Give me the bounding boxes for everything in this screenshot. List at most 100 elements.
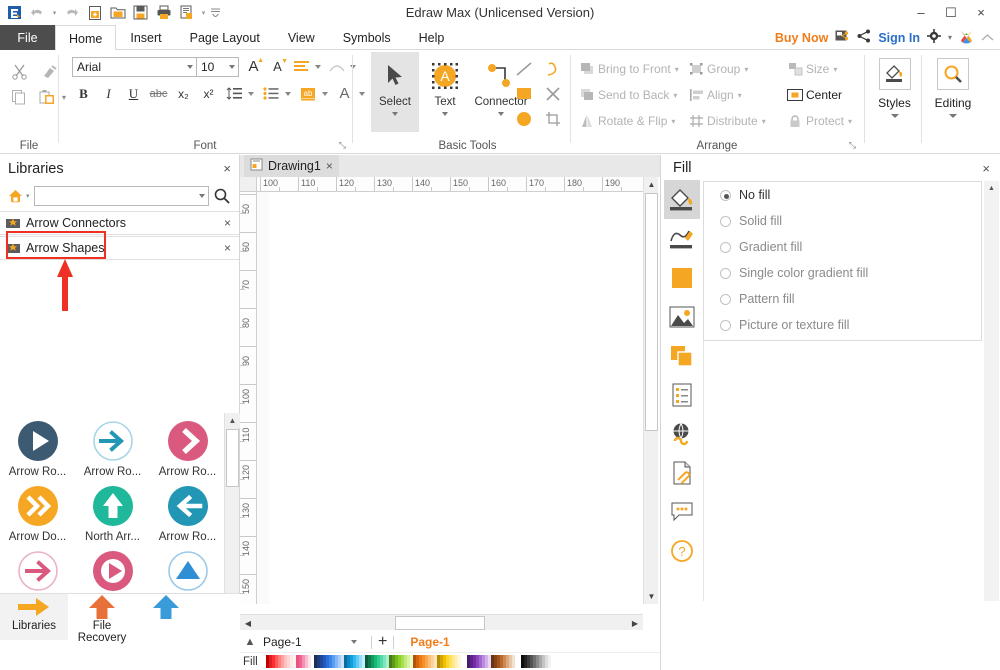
maximize-button[interactable]: ☐	[936, 2, 966, 24]
underline-button[interactable]: U	[122, 82, 145, 105]
text-highlight-caret-icon[interactable]	[322, 92, 328, 96]
libraries-search-input[interactable]	[34, 186, 209, 206]
radio-solid-fill[interactable]	[720, 216, 731, 227]
fill-option-gradient-fill[interactable]: Gradient fill	[704, 234, 981, 260]
edraw-x-icon[interactable]	[959, 29, 974, 47]
export-icon[interactable]	[176, 2, 197, 23]
tab-page-layout[interactable]: Page Layout	[176, 25, 274, 50]
fill-option-pattern-fill[interactable]: Pattern fill	[704, 286, 981, 312]
shape-item[interactable]: North Arr...	[75, 478, 150, 543]
text-align-icon[interactable]	[290, 55, 313, 78]
home-dropdown-caret-icon[interactable]: ▾	[26, 192, 30, 200]
bold-button[interactable]: B	[72, 82, 95, 105]
cut-icon[interactable]	[6, 58, 32, 84]
fill-option-picture-or-texture-fill[interactable]: Picture or texture fill	[704, 312, 981, 338]
attachment-icon[interactable]	[664, 453, 700, 492]
sign-in-link[interactable]: Sign In	[878, 31, 920, 45]
fill-panel-scrollbar[interactable]: ▲	[984, 181, 999, 601]
copy-icon[interactable]	[6, 84, 32, 110]
fill-color-swatches[interactable]	[266, 655, 551, 668]
send-to-back-caret-icon[interactable]: ▾	[673, 91, 677, 100]
bring-to-front-button[interactable]: Bring to Front ▾	[576, 56, 681, 82]
fill-panel-close-button[interactable]: ×	[982, 161, 990, 176]
document-tab-drawing1[interactable]: Drawing1 ×	[244, 155, 339, 177]
distribute-button[interactable]: Distribute ▾	[685, 108, 780, 134]
font-family-combobox[interactable]: Arial	[72, 57, 197, 77]
strikethrough-button[interactable]: abc	[147, 82, 170, 105]
search-icon[interactable]	[209, 188, 235, 204]
share-icon[interactable]	[857, 29, 871, 46]
protect-caret-icon[interactable]: ▾	[848, 117, 852, 126]
text-tool-button[interactable]: A Text	[421, 56, 469, 116]
color-swatch[interactable]	[548, 655, 551, 668]
arc-icon[interactable]	[542, 58, 564, 79]
canvas-horizontal-scrollbar[interactable]: ◀ ▶	[240, 614, 643, 630]
subscript-button[interactable]: x₂	[172, 82, 195, 105]
align-caret-icon[interactable]: ▾	[738, 91, 742, 100]
line-icon[interactable]	[513, 58, 535, 79]
canvas-scroll-left-button[interactable]: ◀	[240, 615, 256, 631]
canvas-hscroll-thumb[interactable]	[395, 616, 485, 630]
rectangle-icon[interactable]	[513, 83, 535, 104]
bring-to-front-caret-icon[interactable]: ▾	[675, 65, 679, 74]
text-tool-caret-icon[interactable]	[442, 112, 448, 116]
tab-insert[interactable]: Insert	[116, 25, 175, 50]
styles-button[interactable]	[879, 58, 911, 90]
arrange-dialog-launcher[interactable]: ⤡	[849, 140, 856, 151]
libraries-scrollbar[interactable]: ▲ ▼	[224, 413, 239, 610]
connector-tool-caret-icon[interactable]	[498, 112, 504, 116]
drawing-canvas[interactable]	[257, 192, 643, 604]
vertical-ruler[interactable]: 5060708090100110120130140150	[240, 192, 257, 604]
send-to-back-button[interactable]: Send to Back ▾	[576, 82, 681, 108]
shape-item[interactable]: Arrow Ro...	[75, 543, 150, 593]
canvas-scroll-up-button[interactable]: ▲	[644, 177, 659, 192]
library-group-arrow-shapes[interactable]: Arrow Shapes ×	[0, 236, 239, 260]
rotate-flip-caret-icon[interactable]: ▾	[671, 117, 675, 126]
bullet-list-icon[interactable]	[259, 82, 282, 105]
horizontal-ruler[interactable]: 100110120130140150160170180190	[240, 177, 643, 192]
shape-item[interactable]: Arrow Ro...	[0, 413, 75, 478]
add-page-button[interactable]: +	[378, 635, 387, 649]
library-group-close[interactable]: ×	[224, 241, 239, 255]
edraw-logo-icon[interactable]	[4, 2, 25, 23]
paste-icon[interactable]	[34, 84, 60, 110]
buy-now-link[interactable]: Buy Now	[775, 31, 828, 45]
tab-home[interactable]: Home	[55, 25, 116, 51]
shape-item[interactable]: Arrow Do...	[0, 478, 75, 543]
new-document-icon[interactable]	[84, 2, 105, 23]
cloud-icon[interactable]	[835, 29, 850, 46]
help-icon[interactable]: ?	[664, 531, 700, 570]
rotate-flip-button[interactable]: Rotate & Flip ▾	[576, 108, 681, 134]
tab-symbols[interactable]: Symbols	[329, 25, 405, 50]
export-dropdown-caret-icon[interactable]: ▾	[199, 2, 208, 23]
settings-dropdown-caret-icon[interactable]: ▾	[948, 33, 952, 42]
print-icon[interactable]	[153, 2, 174, 23]
styles-caret-icon[interactable]	[891, 114, 899, 118]
undo-dropdown-caret-icon[interactable]: ▾	[50, 2, 59, 23]
tab-view[interactable]: View	[274, 25, 329, 50]
text-curve-caret-icon[interactable]	[350, 65, 356, 69]
cross-icon[interactable]	[542, 83, 564, 104]
tab-help[interactable]: Help	[405, 25, 459, 50]
shrink-font-button[interactable]: A ▼	[266, 55, 289, 78]
italic-button[interactable]: I	[97, 82, 120, 105]
gear-icon[interactable]	[927, 29, 941, 46]
save-icon[interactable]	[130, 2, 151, 23]
bottom-tab-file-recovery[interactable]: File Recovery	[68, 594, 136, 640]
line-tool-icon[interactable]	[664, 219, 700, 258]
collapse-ribbon-icon[interactable]	[981, 31, 994, 45]
line-spacing-caret-icon[interactable]	[248, 92, 254, 96]
picture-icon[interactable]	[664, 297, 700, 336]
editing-button[interactable]	[937, 58, 969, 90]
tab-file[interactable]: File	[0, 25, 55, 50]
radio-no-fill[interactable]	[720, 190, 731, 201]
text-curve-icon[interactable]	[325, 55, 348, 78]
radio-picture-or-texture-fill[interactable]	[720, 320, 731, 331]
customize-qat-icon[interactable]	[210, 2, 220, 23]
library-group-close[interactable]: ×	[224, 216, 239, 230]
shape-item[interactable]: Arrow Ro...	[75, 413, 150, 478]
font-size-combobox[interactable]: 10	[197, 57, 239, 77]
fill-panel-scroll-up-button[interactable]: ▲	[984, 181, 999, 195]
bullet-list-caret-icon[interactable]	[285, 92, 291, 96]
libraries-scroll-up-button[interactable]: ▲	[225, 413, 240, 428]
